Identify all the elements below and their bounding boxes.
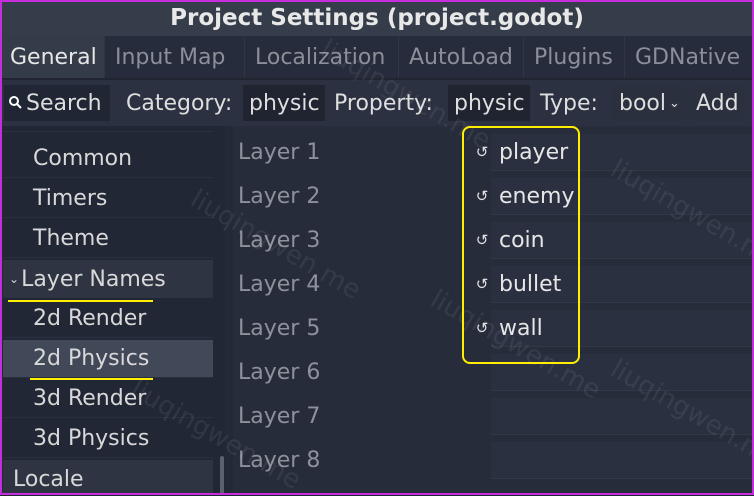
revert-icon[interactable]: ↺ (473, 218, 491, 262)
property-label: Layer 1 (238, 139, 321, 165)
tree-item-common[interactable]: Common (3, 140, 213, 178)
tree-group-label: Layer Names (21, 266, 166, 292)
tab-localization[interactable]: Localization (245, 36, 399, 78)
property-label: Layer 6 (238, 359, 321, 385)
window-title: Project Settings (project.godot) (170, 5, 584, 31)
revert-icon[interactable]: ↺ (473, 130, 491, 174)
chevron-down-icon: ⌄ (669, 95, 680, 111)
property-row: Layer 5 ↺ wall (233, 306, 754, 350)
tab-general[interactable]: General (0, 36, 105, 78)
property-list: Layer 1 ↺ player Layer 2 ↺ enemy Layer 3… (233, 126, 754, 495)
revert-icon[interactable]: ↺ (473, 262, 491, 306)
category-tree: Common Timers Theme ⌄ Layer Names 2d Ren… (3, 126, 225, 495)
tree-group-layer-names[interactable]: ⌄ Layer Names (3, 260, 213, 298)
property-row: Layer 7 (233, 394, 754, 438)
type-label: Type: (540, 90, 598, 116)
property-row: Layer 8 (233, 438, 754, 482)
property-field[interactable]: physic (448, 85, 530, 121)
tab-autoload[interactable]: AutoLoad (399, 36, 524, 78)
property-value: enemy (499, 183, 575, 209)
property-row: Layer 6 (233, 350, 754, 394)
property-value-field[interactable] (491, 442, 754, 479)
tree-item-3d-physics[interactable]: 3d Physics (3, 420, 213, 458)
tab-input-map[interactable]: Input Map (105, 36, 245, 78)
property-value: wall (499, 315, 543, 341)
highlight-underline (8, 300, 153, 302)
title-bar: Project Settings (project.godot) (0, 0, 754, 36)
property-label: Property: (334, 90, 433, 116)
highlight-underline (30, 378, 153, 380)
tree-item-3d-render[interactable]: 3d Render (3, 380, 213, 418)
revert-icon[interactable]: ↺ (473, 174, 491, 218)
chevron-down-icon: ⌄ (9, 272, 20, 286)
property-label: Layer 5 (238, 315, 321, 341)
revert-icon[interactable]: ↺ (473, 306, 491, 350)
category-label: Category: (126, 90, 233, 116)
property-label: Layer 2 (238, 183, 321, 209)
property-value-field[interactable] (491, 398, 754, 435)
tree-item-theme[interactable]: Theme (3, 220, 213, 258)
tree-group-locale[interactable]: Locale (3, 460, 213, 495)
property-value: bullet (499, 271, 562, 297)
tab-gdnative[interactable]: GDNative (625, 36, 754, 78)
tree-scrollbar[interactable] (220, 456, 224, 495)
tree-item-timers[interactable]: Timers (3, 180, 213, 218)
property-label: Layer 7 (238, 403, 321, 429)
property-label: Layer 8 (238, 447, 321, 473)
category-field[interactable]: physic (243, 85, 325, 121)
main-content: Common Timers Theme ⌄ Layer Names 2d Ren… (0, 126, 754, 495)
tab-bar: General Input Map Localization AutoLoad … (0, 36, 754, 78)
property-value-field[interactable] (491, 354, 754, 391)
search-icon (9, 96, 22, 109)
property-label: Layer 3 (238, 227, 321, 253)
type-select[interactable]: bool ⌄ (611, 85, 687, 121)
property-row: Layer 2 ↺ enemy (233, 174, 754, 218)
tree-item-partial (3, 126, 213, 132)
tree-item-2d-render[interactable]: 2d Render (3, 300, 213, 338)
property-row: Layer 1 ↺ player (233, 130, 754, 174)
property-row: Layer 3 ↺ coin (233, 218, 754, 262)
property-value: coin (499, 227, 545, 253)
property-label: Layer 4 (238, 271, 321, 297)
property-value: player (499, 139, 569, 165)
property-row: Layer 4 ↺ bullet (233, 262, 754, 306)
search-button[interactable]: Search (4, 85, 110, 121)
type-value: bool (619, 90, 666, 116)
search-label: Search (26, 90, 102, 116)
toolbar: Search Category: physic Property: physic… (0, 80, 754, 126)
tab-plugins[interactable]: Plugins (524, 36, 625, 78)
add-button[interactable]: Add (690, 85, 744, 121)
tree-item-2d-physics[interactable]: 2d Physics (3, 340, 213, 378)
